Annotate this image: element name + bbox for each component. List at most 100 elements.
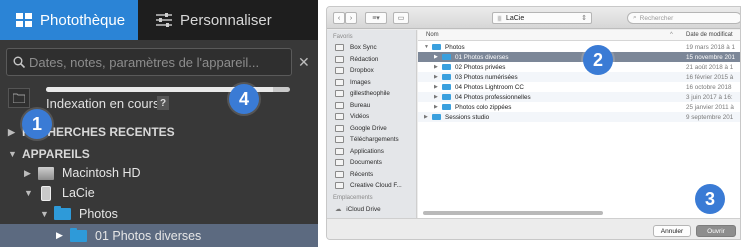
horizontal-scrollbar[interactable] xyxy=(423,211,603,215)
file-name: 03 Photos numérisées xyxy=(455,73,518,81)
dialog-toolbar: ‹ › ≡▾ ▭ LaCie ⇕ ⌕ Rechercher xyxy=(327,7,740,29)
sidebar-item-favorite[interactable]: gillestheophile xyxy=(335,88,390,99)
file-date: 3 juin 2017 à 16: xyxy=(686,93,733,101)
folder-icon xyxy=(442,84,451,90)
tree-item-macintosh-hd[interactable]: ▶ Macintosh HD xyxy=(0,163,318,183)
sidebar-item-label: Téléchargements xyxy=(350,136,399,143)
chevron-right-icon[interactable]: ▶ xyxy=(434,94,442,100)
indexing-toggle-button[interactable] xyxy=(8,88,30,108)
file-list-row[interactable]: ▶ 04 Photos professionnelles 3 juin 2017 à… xyxy=(418,92,740,102)
sidebar-item-icloud-drive[interactable]: ☁ iCloud Drive xyxy=(335,204,381,215)
back-button[interactable]: ‹ xyxy=(333,12,345,24)
file-list: Nom ^ Date de modificat ▼ Photos 19 mars 2… xyxy=(418,30,740,218)
chevron-right-icon: ▶ xyxy=(24,167,31,178)
sidebar-item-label: Creative Cloud F... xyxy=(350,182,402,189)
download-icon xyxy=(335,136,344,143)
sidebar-item-favorite[interactable]: Récents xyxy=(335,169,373,180)
chevron-right-icon: ▶ xyxy=(8,126,15,137)
sidebar-item-label: Google Drive xyxy=(350,124,387,132)
chevron-right-icon[interactable]: ▶ xyxy=(434,104,442,110)
applications-icon xyxy=(335,147,344,155)
clear-search-icon[interactable]: ✕ xyxy=(298,54,310,71)
sidebar-item-favorite[interactable]: Téléchargements xyxy=(335,134,399,145)
chevron-down-icon[interactable]: ▼ xyxy=(424,44,432,50)
file-name: 04 Photos professionnelles xyxy=(455,93,531,101)
step-badge-4: 4 xyxy=(229,84,259,114)
file-list-row[interactable]: ▶ 03 Photos numérisées 16 février 2015 à xyxy=(418,72,740,82)
tree-label: APPAREILS xyxy=(22,147,90,161)
file-list-row[interactable]: ▶ 01 Photos diverses 15 novembre 201 xyxy=(418,52,740,62)
tree-label: LaCie xyxy=(62,186,95,200)
tree-label: Macintosh HD xyxy=(62,166,141,180)
chevron-right-icon[interactable]: ▶ xyxy=(434,54,442,60)
desktop-icon xyxy=(335,101,344,109)
sidebar-item-favorite[interactable]: Dropbox xyxy=(335,65,374,76)
sidebar-item-favorite[interactable]: Bureau xyxy=(335,100,370,111)
drive-icon xyxy=(335,124,344,132)
file-list-row[interactable]: ▼ Photos 19 mars 2018 à 1 xyxy=(418,42,740,52)
tab-customize[interactable]: Personnaliser xyxy=(138,0,318,40)
file-list-row[interactable]: ▶ 04 Photos Lightroom CC 16 octobre 2018 xyxy=(418,82,740,92)
chevron-right-icon[interactable]: ▶ xyxy=(434,64,442,70)
tree-item-photos-diverses[interactable]: ▶ 01 Photos diverses xyxy=(0,224,318,247)
sidebar-item-favorite[interactable]: Google Drive xyxy=(335,123,387,134)
documents-icon xyxy=(335,159,344,166)
sidebar-item-favorite[interactable]: Box Sync xyxy=(335,42,377,53)
sidebar-item-label: gillestheophile xyxy=(350,90,390,97)
file-list-row[interactable]: ▶ Sessions studio 9 septembre 201 xyxy=(418,112,740,122)
search-input[interactable] xyxy=(29,54,291,70)
sidebar-item-label: Rédaction xyxy=(350,55,379,63)
creative-cloud-icon xyxy=(335,182,344,189)
dialog-search-field[interactable]: ⌕ Rechercher xyxy=(627,12,740,24)
sidebar-item-favorite[interactable]: Rédaction xyxy=(335,54,378,65)
folder-icon xyxy=(442,74,451,80)
open-button[interactable]: Ouvrir xyxy=(696,225,736,237)
home-icon xyxy=(335,90,344,97)
hard-drive-icon xyxy=(38,166,54,180)
file-date: 19 mars 2018 à 1 xyxy=(686,43,736,51)
folder-icon xyxy=(432,44,441,50)
tree-item-photos[interactable]: ▼ Photos xyxy=(0,204,318,224)
file-date: 25 janvier 2011 à xyxy=(686,103,734,111)
new-folder-button[interactable]: ▭ xyxy=(393,12,409,24)
file-name: 04 Photos Lightroom CC xyxy=(455,83,524,91)
file-name: 01 Photos diverses xyxy=(455,53,509,61)
sidebar-item-favorite[interactable]: Images xyxy=(335,77,371,88)
column-date[interactable]: Date de modificat xyxy=(686,32,733,38)
file-date: 9 septembre 201 xyxy=(686,113,734,121)
sidebar-item-favorite[interactable]: Creative Cloud F... xyxy=(335,180,402,191)
folder-icon xyxy=(432,114,441,120)
list-view-icon: ≡▾ xyxy=(372,15,380,22)
file-list-row[interactable]: ▶ 02 Photos privées 21 août 2018 à 1 xyxy=(418,62,740,72)
sidebar-item-favorite[interactable]: Documents xyxy=(335,157,382,168)
box-icon xyxy=(335,44,344,51)
search-icon: ⌕ xyxy=(633,14,637,21)
recents-icon xyxy=(335,170,344,178)
file-list-row[interactable]: ▶ Photos colo zippées 25 janvier 2011 à xyxy=(418,102,740,112)
sidebar-item-label: iCloud Drive xyxy=(346,206,381,213)
sidebar-item-favorite[interactable]: Applications xyxy=(335,146,384,157)
chevron-right-icon[interactable]: ▶ xyxy=(434,74,442,80)
location-label: LaCie xyxy=(506,14,525,22)
sidebar-item-favorite[interactable]: Vidéos xyxy=(335,111,369,122)
tab-library[interactable]: Photothèque xyxy=(0,0,138,40)
chevron-right-icon[interactable]: ▶ xyxy=(424,114,432,120)
cancel-button[interactable]: Annuler xyxy=(653,225,691,237)
chevron-right-icon[interactable]: ▶ xyxy=(434,84,442,90)
folder-icon xyxy=(442,104,451,110)
location-select[interactable]: LaCie ⇕ xyxy=(492,12,592,24)
folder-icon xyxy=(70,227,87,242)
view-mode-button[interactable]: ≡▾ xyxy=(365,12,387,24)
help-button[interactable]: ? xyxy=(157,96,169,110)
chevron-down-icon: ▼ xyxy=(8,149,17,159)
search-icon xyxy=(13,56,25,68)
search-placeholder: Rechercher xyxy=(639,14,674,22)
sort-chevron-icon: ^ xyxy=(670,32,673,38)
file-date: 16 octobre 2018 xyxy=(686,83,732,91)
sidebar-item-label: Dropbox xyxy=(350,67,374,74)
folder-icon xyxy=(442,54,451,60)
tree-item-lacie[interactable]: ▼ LaCie xyxy=(0,183,318,203)
tree-devices[interactable]: ▼ APPAREILS xyxy=(0,144,318,164)
column-name[interactable]: Nom xyxy=(426,32,439,38)
forward-button[interactable]: › xyxy=(345,12,357,24)
